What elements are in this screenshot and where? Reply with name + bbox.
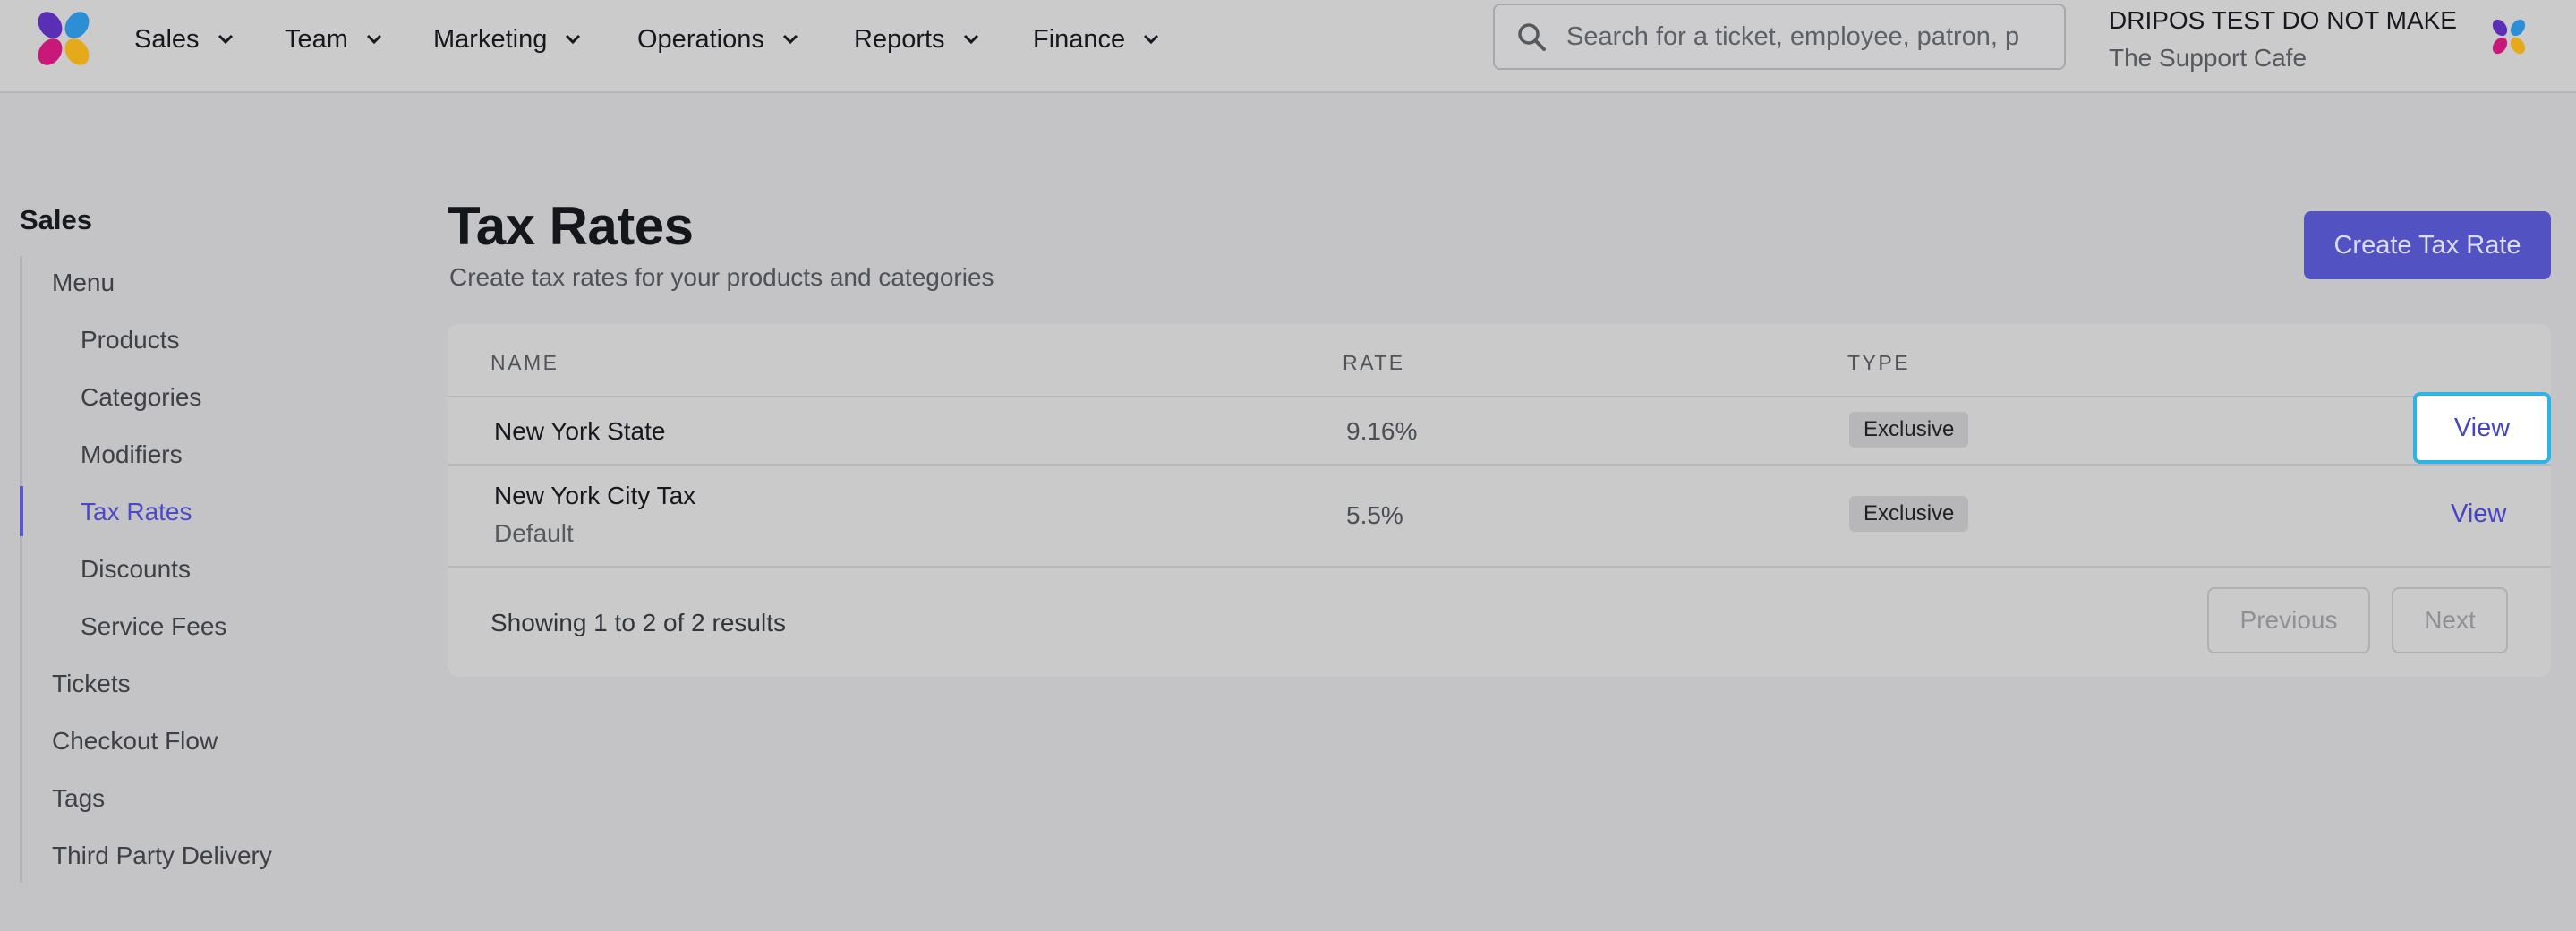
chevron-down-icon xyxy=(963,34,978,45)
nav-label: Reports xyxy=(854,24,945,54)
column-header-name: NAME xyxy=(490,351,559,374)
sidebar-item-tickets[interactable]: Tickets xyxy=(52,670,131,698)
nav-reports[interactable]: Reports xyxy=(854,20,979,59)
next-page-button[interactable]: Next xyxy=(2392,587,2508,653)
chevron-down-icon xyxy=(566,34,581,45)
page-title: Tax Rates xyxy=(448,196,694,256)
chevron-down-icon xyxy=(366,34,381,45)
sidebar-rail xyxy=(20,256,23,883)
sidebar-item-categories[interactable]: Categories xyxy=(81,383,201,412)
nav-label: Finance xyxy=(1033,24,1126,54)
tax-name: New York State xyxy=(494,417,666,445)
tax-name: New York City Tax xyxy=(494,482,696,509)
app-root: Sales Team Marketing Operations Reports … xyxy=(0,0,2576,931)
global-search[interactable] xyxy=(1493,4,2066,70)
account-switcher[interactable]: DRIPOS TEST DO NOT MAKE The Support Cafe xyxy=(2109,5,2485,73)
nav-label: Team xyxy=(285,24,348,54)
account-name: DRIPOS TEST DO NOT MAKE xyxy=(2109,6,2457,34)
sidebar-item-discounts[interactable]: Discounts xyxy=(81,555,191,584)
search-input[interactable] xyxy=(1565,21,2034,53)
view-tax-rate-button[interactable]: View xyxy=(2413,392,2551,464)
nav-sales[interactable]: Sales xyxy=(134,20,234,59)
nav-label: Operations xyxy=(637,24,764,54)
top-navigation-bar: Sales Team Marketing Operations Reports … xyxy=(0,0,2576,93)
create-tax-rate-button[interactable]: Create Tax Rate xyxy=(2304,211,2551,279)
tax-rates-table-card: NAME RATE TYPE New York State 9.16% Excl… xyxy=(448,324,2551,677)
sidebar-item-third-party-delivery[interactable]: Third Party Delivery xyxy=(52,841,272,870)
dripos-logo-icon[interactable] xyxy=(32,7,95,70)
tax-rate-value: 5.5% xyxy=(1346,501,1403,529)
table-divider xyxy=(448,566,2551,568)
search-icon xyxy=(1518,23,1546,51)
page-subtitle: Create tax rates for your products and c… xyxy=(449,263,994,291)
pagination-summary: Showing 1 to 2 of 2 results xyxy=(490,609,786,636)
nav-team[interactable]: Team xyxy=(285,20,382,59)
nav-finance[interactable]: Finance xyxy=(1033,20,1159,59)
nav-label: Marketing xyxy=(433,24,548,54)
chevron-down-icon xyxy=(1144,34,1159,45)
sidebar-item-menu[interactable]: Menu xyxy=(52,269,115,297)
tax-default-label: Default xyxy=(494,519,574,547)
sidebar-item-tags[interactable]: Tags xyxy=(52,784,105,813)
sidebar-item-products[interactable]: Products xyxy=(81,326,180,354)
location-logo-icon[interactable] xyxy=(2488,16,2529,57)
sidebar-item-checkout-flow[interactable]: Checkout Flow xyxy=(52,727,218,756)
nav-marketing[interactable]: Marketing xyxy=(433,20,581,59)
table-divider xyxy=(448,396,2551,397)
sidebar-title: Sales xyxy=(20,204,93,235)
column-header-rate: RATE xyxy=(1343,351,1405,374)
table-divider xyxy=(448,464,2551,466)
tax-type-badge: Exclusive xyxy=(1849,412,1969,448)
sidebar-active-indicator xyxy=(20,486,23,536)
sidebar-item-modifiers[interactable]: Modifiers xyxy=(81,440,183,469)
nav-label: Sales xyxy=(134,24,200,54)
previous-page-button[interactable]: Previous xyxy=(2207,587,2370,653)
tax-type-badge: Exclusive xyxy=(1849,496,1969,532)
view-tax-rate-button[interactable]: View xyxy=(2451,500,2506,529)
sidebar-item-tax-rates[interactable]: Tax Rates xyxy=(81,498,192,526)
chevron-down-icon xyxy=(218,34,233,45)
tax-rate-value: 9.16% xyxy=(1346,417,1418,445)
chevron-down-icon xyxy=(782,34,798,45)
column-header-type: TYPE xyxy=(1847,351,1911,374)
account-location: The Support Cafe xyxy=(2109,44,2307,72)
nav-operations[interactable]: Operations xyxy=(637,20,798,59)
sidebar-item-service-fees[interactable]: Service Fees xyxy=(81,612,226,641)
